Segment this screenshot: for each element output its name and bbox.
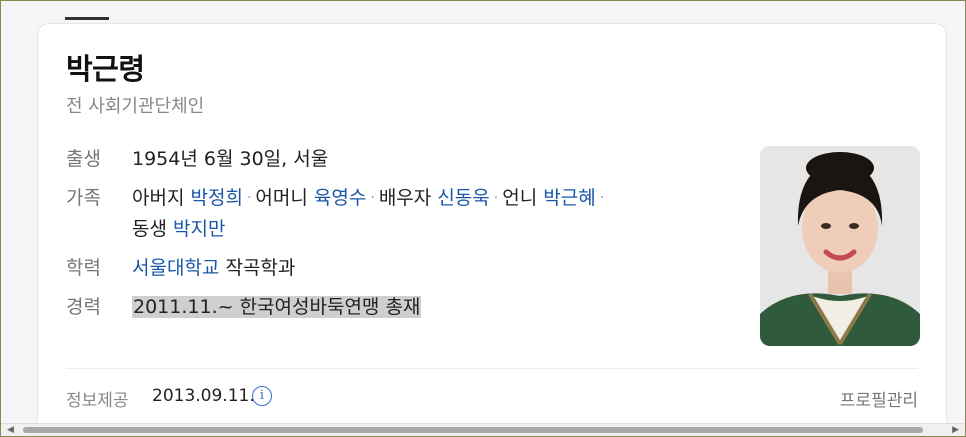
brother-relation: 동생 — [132, 218, 167, 240]
mother-link[interactable]: 육영수 — [314, 187, 366, 209]
profile-card: 박근령 전 사회기관단체인 출생 1954년 6월 30일, 서울 가족 아버지… — [37, 23, 947, 436]
spouse-relation: 배우자 — [378, 187, 432, 209]
school-link[interactable]: 서울대학교 — [132, 257, 219, 279]
profile-description: 전 사회기관단체인 — [66, 96, 205, 117]
active-tab-indicator — [65, 17, 109, 20]
father-link[interactable]: 박정희 — [191, 187, 243, 209]
arrow-left-icon[interactable]: ◀ — [7, 425, 14, 435]
info-row-family: 가족 아버지 박정희 · 어머니 육영수 · 배우자 신동욱 · 언니 박근혜 · 동생 박지… — [66, 183, 706, 245]
major-text: 작곡학과 — [225, 257, 296, 279]
education-label: 학력 — [66, 257, 101, 279]
separator-dot: · — [246, 190, 252, 206]
info-row-birth: 출생 1954년 6월 30일, 서울 — [66, 144, 706, 175]
family-label: 가족 — [66, 187, 101, 209]
birth-value: 1954년 6월 30일, 서울 — [132, 148, 329, 170]
source-label: 정보제공 — [66, 391, 129, 411]
birth-label: 출생 — [66, 148, 101, 170]
profile-manage-link[interactable]: 프로필관리 — [840, 386, 918, 411]
info-row-education: 학력 서울대학교 작곡학과 — [66, 253, 706, 284]
separator-dot: · — [599, 190, 605, 206]
separator-dot: · — [493, 190, 499, 206]
profile-info: 출생 1954년 6월 30일, 서울 가족 아버지 박정희 · 어머니 육영수 · 배… — [66, 144, 706, 331]
footer-divider — [66, 368, 918, 369]
father-relation: 아버지 — [132, 187, 185, 209]
brother-link[interactable]: 박지만 — [173, 218, 225, 240]
career-value: 2011.11.~ 한국여성바둑연맹 총재 — [132, 292, 706, 323]
family-value: 아버지 박정희 · 어머니 육영수 · 배우자 신동욱 · 언니 박근혜 · 동생 박지만 — [132, 183, 706, 245]
profile-name: 박근령 — [66, 52, 145, 86]
horizontal-scrollbar[interactable]: ◀ ▶ — [1, 423, 965, 436]
info-row-career: 경력 2011.11.~ 한국여성바둑연맹 총재 — [66, 292, 706, 323]
sister-relation: 언니 — [502, 187, 538, 209]
info-icon[interactable]: i — [252, 386, 272, 406]
career-highlighted-text: 2011.11.~ 한국여성바둑연맹 총재 — [132, 296, 422, 318]
arrow-right-icon[interactable]: ▶ — [952, 425, 959, 435]
sister-link[interactable]: 박근혜 — [543, 187, 595, 209]
browser-viewport: 박근령 전 사회기관단체인 출생 1954년 6월 30일, 서울 가족 아버지… — [0, 0, 966, 437]
scrollbar-thumb[interactable] — [23, 427, 923, 433]
career-label: 경력 — [66, 296, 101, 318]
spouse-link[interactable]: 신동욱 — [437, 187, 489, 209]
separator-dot: · — [370, 190, 375, 206]
education-value: 서울대학교 작곡학과 — [132, 253, 706, 284]
source-date: 2013.09.11. — [152, 386, 255, 406]
profile-photo-illustration — [760, 146, 920, 346]
mother-relation: 어머니 — [255, 187, 308, 209]
profile-photo[interactable] — [760, 146, 920, 346]
